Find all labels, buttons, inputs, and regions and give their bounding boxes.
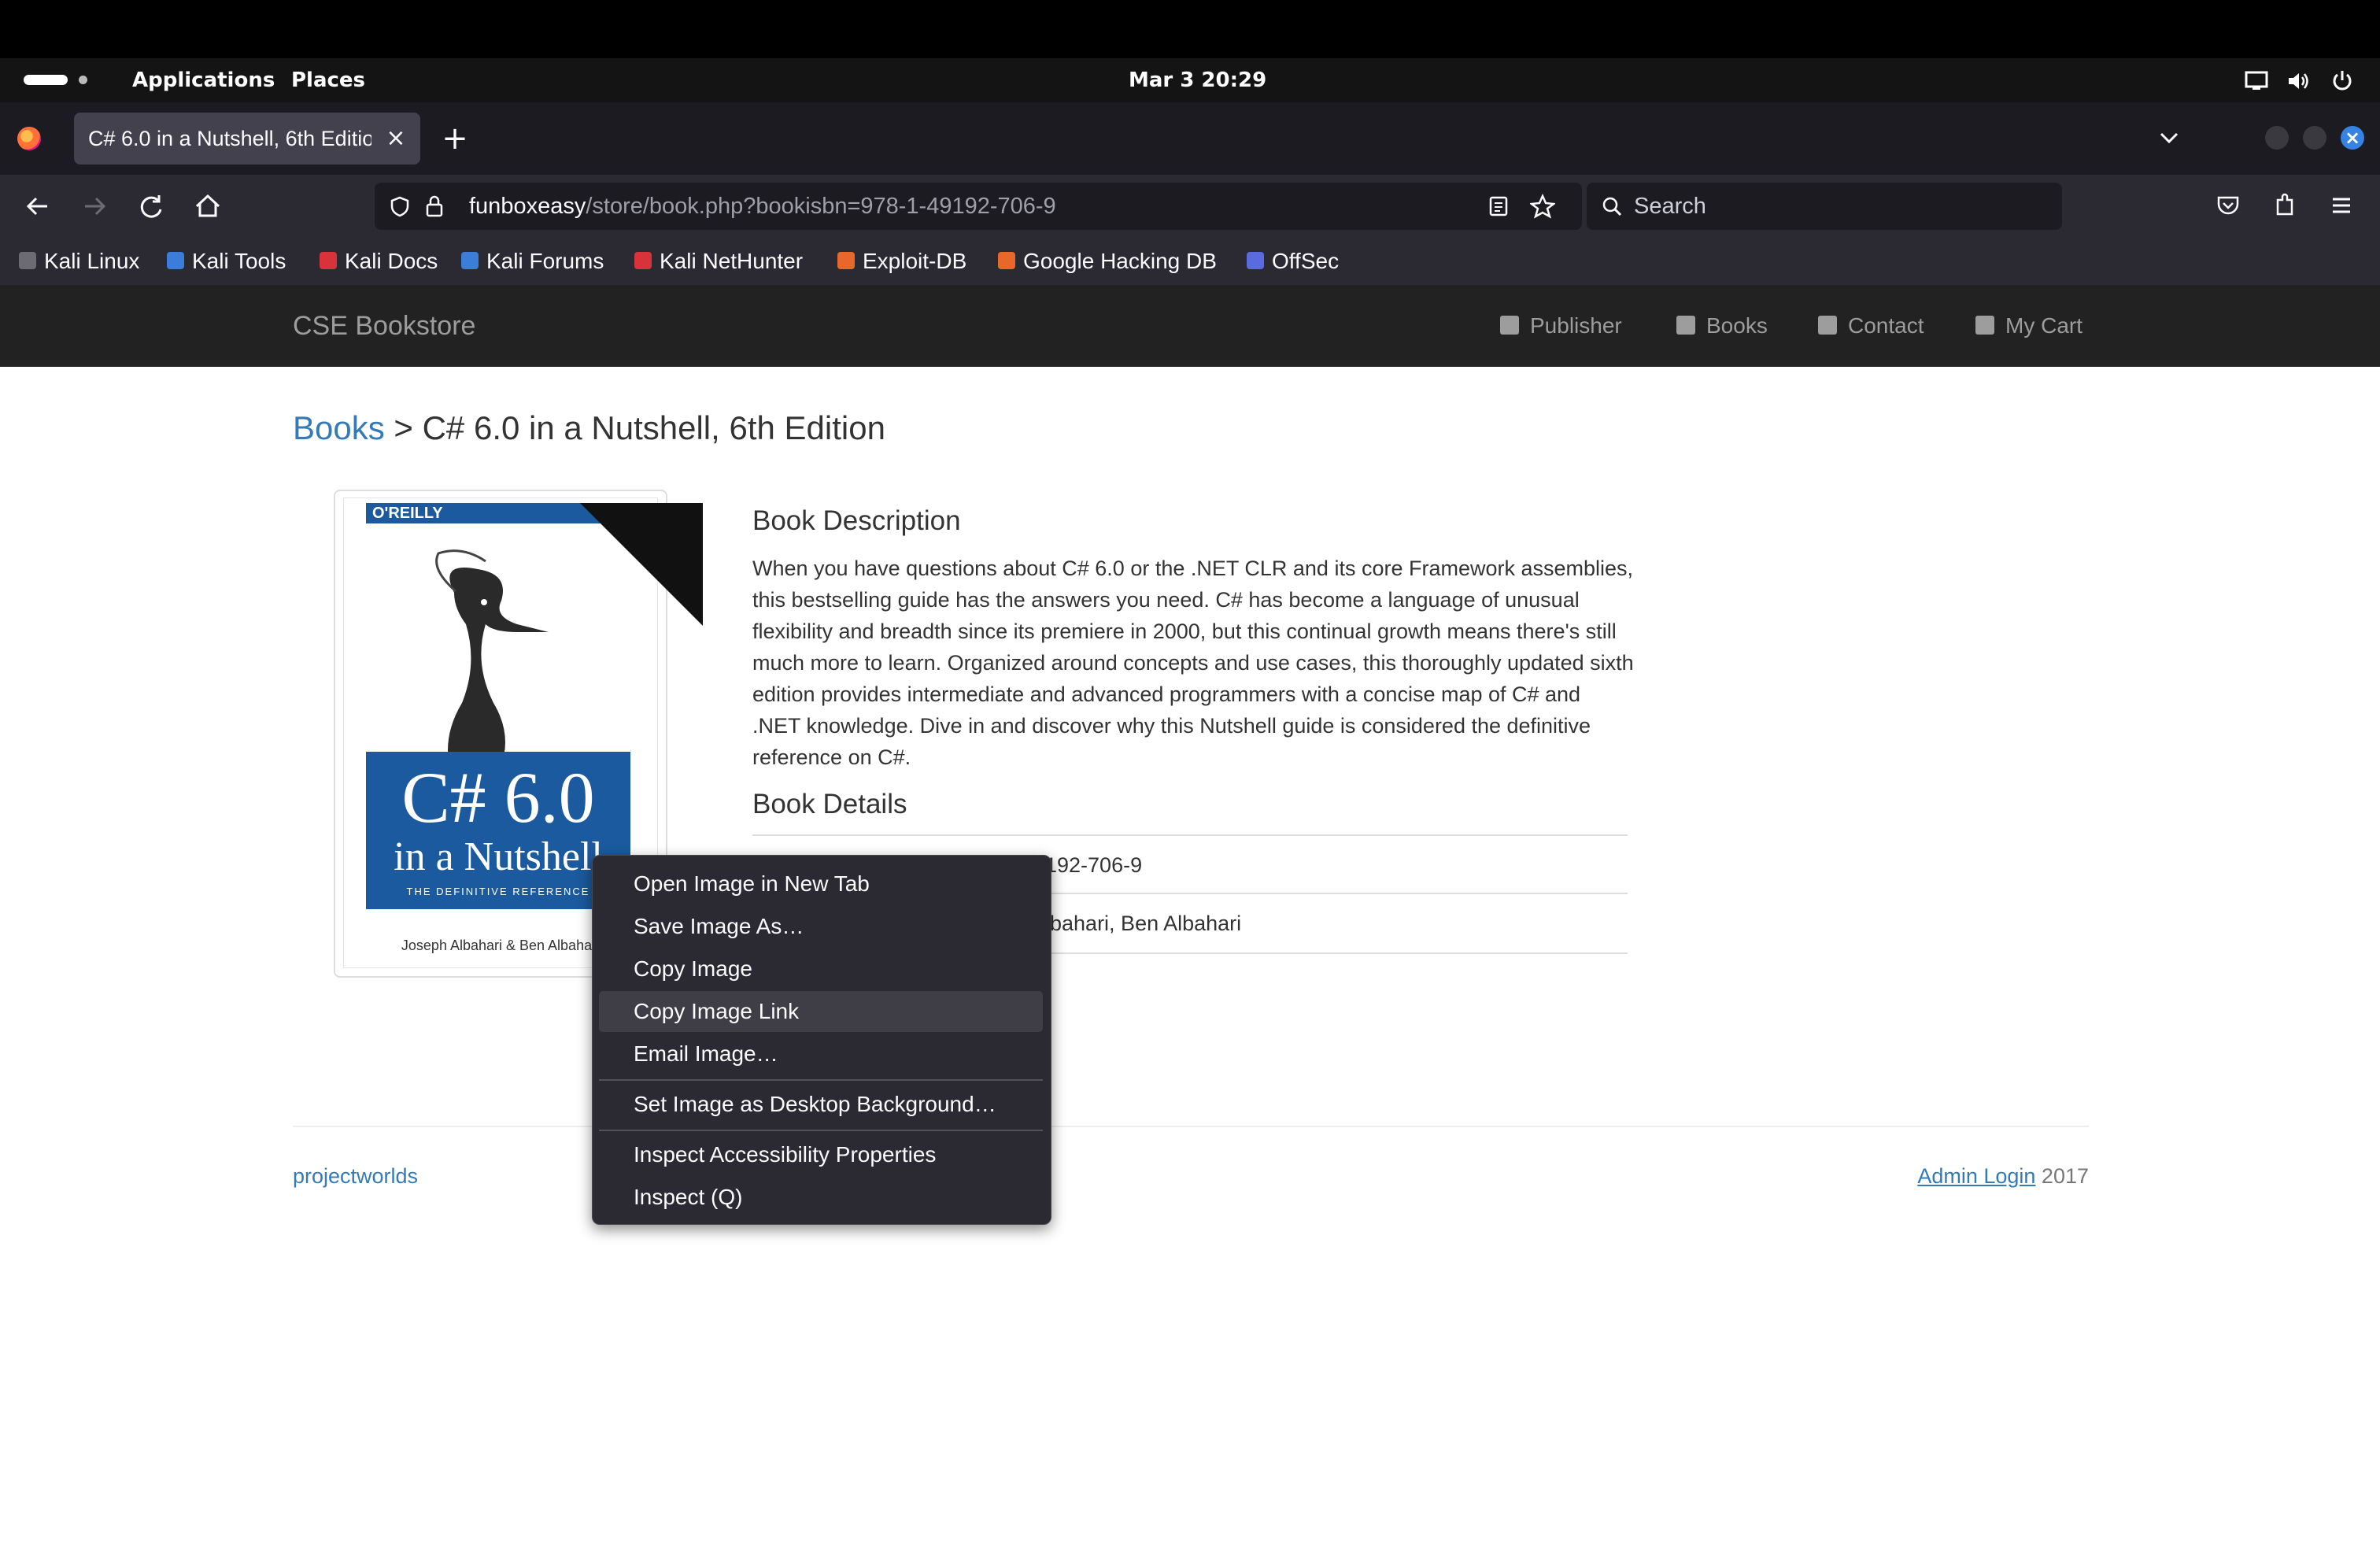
activities-indicator[interactable]	[24, 75, 68, 85]
offsec-icon	[1247, 251, 1264, 269]
firefox-icon[interactable]	[17, 127, 41, 150]
bookmark-offsec[interactable]: OffSec	[1247, 238, 1339, 285]
maximize-window-button[interactable]	[2303, 126, 2326, 150]
close-window-button[interactable]: ×	[2341, 126, 2364, 150]
menu-icon[interactable]	[2328, 192, 2355, 219]
breadcrumb-books-link[interactable]: Books	[293, 409, 385, 446]
cover-title-block: C# 6.0 in a Nutshell THE DEFINITIVE REFE…	[366, 752, 630, 909]
breadcrumb-current: > C# 6.0 in a Nutshell, 6th Edition	[384, 409, 885, 446]
breadcrumb: Books > C# 6.0 in a Nutshell, 6th Editio…	[293, 403, 885, 453]
bookmark-kali-forums[interactable]: Kali Forums	[461, 238, 604, 285]
phone-icon	[1818, 315, 1837, 335]
screen-icon[interactable]	[2245, 71, 2268, 91]
tab-title: C# 6.0 in a Nutshell, 6th Edition	[88, 127, 371, 150]
image-context-menu: Open Image in New Tab Save Image As… Cop…	[592, 855, 1051, 1225]
reload-icon[interactable]	[131, 186, 172, 227]
bookmark-kali-docs[interactable]: Kali Docs	[320, 238, 438, 285]
kali-nethunter-icon	[634, 251, 652, 269]
nav-books[interactable]: Books	[1676, 285, 1768, 367]
search-input[interactable]: Search	[1634, 183, 1706, 230]
cover-edition-corner	[580, 503, 703, 626]
description-text: When you have questions about C# 6.0 or …	[752, 557, 1634, 769]
bookmarks-toolbar: Kali Linux Kali Tools Kali Docs Kali For…	[0, 238, 2380, 285]
bookmark-exploit-db[interactable]: Exploit-DB	[837, 238, 966, 285]
extensions-icon[interactable]	[2271, 192, 2298, 219]
list-all-tabs-icon[interactable]	[2153, 121, 2185, 156]
search-icon	[1602, 197, 1622, 216]
forward-icon[interactable]	[74, 186, 115, 227]
minimize-window-button[interactable]	[2265, 126, 2289, 150]
menu-inspect[interactable]: Inspect (Q)	[599, 1177, 1043, 1218]
footer-year: 2017	[2035, 1164, 2089, 1188]
ghdb-icon	[998, 251, 1015, 269]
clock[interactable]: Mar 3 20:29	[1129, 58, 1266, 102]
system-panel: Applications Places Mar 3 20:29	[0, 58, 2380, 102]
places-menu[interactable]: Places	[291, 58, 365, 102]
details-heading: Book Details	[752, 789, 907, 819]
lock-icon[interactable]	[423, 194, 445, 219]
kali-tools-icon	[167, 251, 184, 269]
url-host: funboxeasy	[469, 194, 586, 219]
pocket-icon[interactable]	[2215, 192, 2241, 219]
tab-book-page[interactable]: C# 6.0 in a Nutshell, 6th Edition ×	[74, 113, 420, 165]
url-text[interactable]: funboxeasy/store/book.php?bookisbn=978-1…	[469, 183, 1056, 230]
top-black-band	[0, 0, 2380, 58]
menu-inspect-accessibility[interactable]: Inspect Accessibility Properties	[599, 1134, 1043, 1175]
nav-my-cart[interactable]: My Cart	[1975, 285, 2082, 367]
admin-login-link[interactable]: Admin Login	[1917, 1164, 2035, 1188]
kali-forums-icon	[461, 251, 479, 269]
navigation-bar: funboxeasy/store/book.php?bookisbn=978-1…	[0, 175, 2380, 238]
home-icon[interactable]	[187, 186, 228, 227]
footer-projectworlds-link[interactable]: projectworlds	[293, 1160, 418, 1192]
nav-publisher[interactable]: Publisher	[1500, 285, 1622, 367]
back-icon[interactable]	[17, 186, 58, 227]
workspace-dot	[79, 76, 87, 84]
bookmark-kali-nethunter[interactable]: Kali NetHunter	[634, 238, 803, 285]
site-brand[interactable]: CSE Bookstore	[293, 285, 475, 367]
menu-open-image-new-tab[interactable]: Open Image in New Tab	[599, 864, 1043, 904]
menu-email-image[interactable]: Email Image…	[599, 1034, 1043, 1074]
new-tab-button[interactable]: +	[439, 118, 471, 159]
cover-publisher: O'REILLY	[372, 505, 443, 522]
menu-set-desktop-background[interactable]: Set Image as Desktop Background…	[599, 1084, 1043, 1125]
url-path: /store/book.php?bookisbn=978-1-49192-706…	[586, 194, 1056, 219]
menu-separator	[599, 1079, 1043, 1081]
cover-title-line1: C# 6.0	[401, 757, 595, 838]
footer-right: Admin Login 2017	[1889, 1160, 2089, 1192]
search-bar[interactable]: Search	[1587, 183, 2062, 230]
cover-subtitle: THE DEFINITIVE REFERENCE	[406, 886, 590, 897]
site-navbar: CSE Bookstore Publisher Books Contact My…	[0, 285, 2380, 367]
bookmark-star-icon[interactable]	[1530, 194, 1555, 219]
tab-bar: C# 6.0 in a Nutshell, 6th Edition × + ×	[0, 102, 2380, 175]
url-bar[interactable]: funboxeasy/store/book.php?bookisbn=978-1…	[375, 183, 1582, 230]
menu-copy-image[interactable]: Copy Image	[599, 949, 1043, 989]
detail-author-value: lbahari, Ben Albahari	[1045, 912, 1242, 935]
menu-copy-image-link[interactable]: Copy Image Link	[599, 991, 1043, 1032]
power-icon[interactable]	[2331, 69, 2353, 91]
tab-close-icon[interactable]: ×	[384, 113, 408, 165]
bookmark-kali-linux[interactable]: Kali Linux	[19, 238, 139, 285]
applications-menu[interactable]: Applications	[132, 58, 275, 102]
tracking-shield-icon[interactable]	[389, 195, 411, 217]
bookmark-kali-tools[interactable]: Kali Tools	[167, 238, 286, 285]
exploit-db-icon	[837, 251, 855, 269]
detail-isbn-value: 192-706-9	[1045, 853, 1143, 877]
description-heading: Book Description	[752, 505, 961, 536]
reader-view-icon[interactable]	[1488, 195, 1510, 217]
menu-save-image-as[interactable]: Save Image As…	[599, 906, 1043, 947]
menu-separator	[599, 1130, 1043, 1131]
volume-icon[interactable]	[2287, 71, 2311, 91]
cover-title-line2: in a Nutshell	[394, 834, 603, 879]
book-icon	[1676, 315, 1695, 335]
kali-dragon-icon	[19, 251, 36, 269]
kali-docs-icon	[320, 251, 337, 269]
bookmark-google-hacking-db[interactable]: Google Hacking DB	[998, 238, 1217, 285]
paperclip-icon	[1500, 315, 1519, 335]
footer-divider	[293, 1126, 2089, 1127]
nav-contact[interactable]: Contact	[1818, 285, 1924, 367]
cart-icon	[1975, 315, 1994, 335]
